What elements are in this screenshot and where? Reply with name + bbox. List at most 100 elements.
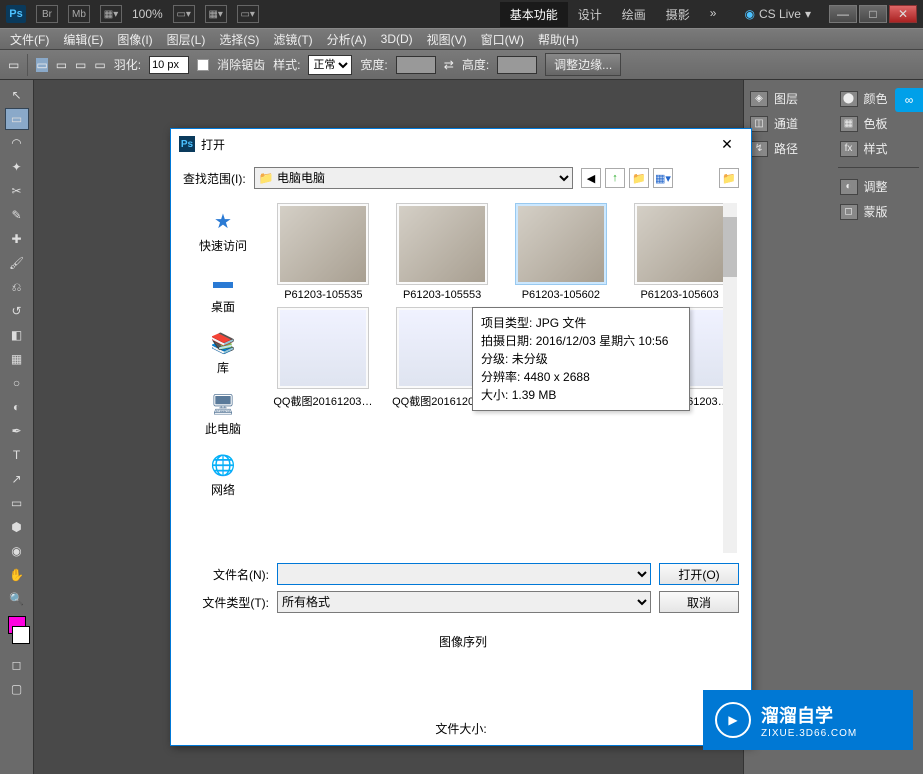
- workspace-essentials[interactable]: 基本功能: [500, 2, 568, 27]
- lookup-select[interactable]: 📁 电脑电脑: [254, 167, 573, 189]
- close-button[interactable]: ✕: [889, 5, 917, 23]
- panel-channels[interactable]: ◫通道: [748, 111, 830, 136]
- crop-tool-icon[interactable]: ✂: [5, 180, 29, 202]
- hand-tool-icon[interactable]: ✋: [5, 564, 29, 586]
- menu-select[interactable]: 选择(S): [215, 29, 263, 50]
- panel-adjust[interactable]: ◐调整: [838, 174, 920, 199]
- dialog-titlebar: Ps 打开 ✕: [171, 129, 751, 159]
- file-item[interactable]: QQ截图20161203110715: [268, 307, 379, 409]
- file-item[interactable]: P61203-105535: [268, 203, 379, 301]
- screen-switch-icon[interactable]: ▢: [5, 678, 29, 700]
- file-item[interactable]: P61203-105603: [624, 203, 735, 301]
- cloud-tab-icon[interactable]: ∞: [895, 88, 923, 112]
- minibridge-icon[interactable]: Mb: [68, 5, 90, 23]
- eraser-tool-icon[interactable]: ◧: [5, 324, 29, 346]
- menu-file[interactable]: 文件(F): [6, 29, 53, 50]
- quickmask-icon[interactable]: ◻: [5, 654, 29, 676]
- brush-tool-icon[interactable]: 🖌: [5, 252, 29, 274]
- toolbox: ↖ ▭ ◠ ✦ ✂ ✎ ✚ 🖌 ⎌ ↺ ◧ ▦ ○ ◐ ✒ T ↗ ▭ ⬢ ◉ …: [0, 80, 34, 774]
- gradient-tool-icon[interactable]: ▦: [5, 348, 29, 370]
- feather-input[interactable]: [149, 56, 189, 74]
- doc-icon[interactable]: ▭▾: [237, 5, 259, 23]
- dodge-tool-icon[interactable]: ◐: [5, 396, 29, 418]
- new-selection-icon[interactable]: ▭: [36, 58, 47, 72]
- menu-help[interactable]: 帮助(H): [534, 29, 583, 50]
- menu-layer[interactable]: 图层(L): [163, 29, 210, 50]
- nav-up-icon[interactable]: ↑: [605, 168, 625, 188]
- filetype-select[interactable]: 所有格式: [277, 591, 651, 613]
- menu-image[interactable]: 图像(I): [113, 29, 156, 50]
- menu-window[interactable]: 窗口(W): [477, 29, 528, 50]
- panel-paths[interactable]: ↯路径: [748, 136, 830, 161]
- zoom-tool-icon[interactable]: 🔍: [5, 588, 29, 610]
- antialias-checkbox[interactable]: [197, 59, 209, 71]
- nav-new-icon[interactable]: 📁: [629, 168, 649, 188]
- styles-icon: fx: [840, 141, 858, 157]
- file-item[interactable]: P61203-105602: [506, 203, 617, 301]
- cslive-button[interactable]: ◉ CS Live ▾: [736, 7, 819, 21]
- place-thispc[interactable]: 🖥此电脑: [188, 386, 258, 441]
- intersect-selection-icon[interactable]: ▭: [94, 58, 105, 72]
- shape-tool-icon[interactable]: ▭: [5, 492, 29, 514]
- panel-layers[interactable]: ◈图层: [748, 86, 830, 111]
- workspace-painting[interactable]: 绘画: [612, 2, 656, 27]
- place-libraries[interactable]: 📚库: [188, 325, 258, 380]
- menu-3d[interactable]: 3D(D): [377, 30, 417, 48]
- wand-tool-icon[interactable]: ✦: [5, 156, 29, 178]
- menu-analysis[interactable]: 分析(A): [323, 29, 371, 50]
- file-list[interactable]: P61203-105535P61203-105553P61203-105602P…: [263, 199, 739, 557]
- screenmode-icon[interactable]: ▦▾: [100, 5, 122, 23]
- heal-tool-icon[interactable]: ✚: [5, 228, 29, 250]
- nav-view-icon[interactable]: ▦▾: [653, 168, 673, 188]
- style-select[interactable]: 正常: [308, 55, 352, 75]
- move-tool-icon[interactable]: ↖: [5, 84, 29, 106]
- workspace-more[interactable]: »: [700, 2, 727, 27]
- eyedropper-tool-icon[interactable]: ✎: [5, 204, 29, 226]
- height-label: 高度:: [462, 56, 489, 73]
- cancel-button[interactable]: 取消: [659, 591, 739, 613]
- menu-filter[interactable]: 滤镜(T): [269, 29, 316, 50]
- panel-styles[interactable]: fx样式: [838, 136, 920, 161]
- 3d-tool-icon[interactable]: ⬢: [5, 516, 29, 538]
- height-input[interactable]: [497, 56, 537, 74]
- zoom-level[interactable]: 100%: [132, 7, 163, 21]
- tool-preset-icon[interactable]: ▭: [8, 58, 19, 72]
- panel-masks[interactable]: ◻蒙版: [838, 199, 920, 224]
- place-desktop[interactable]: ▬桌面: [188, 264, 258, 319]
- path-tool-icon[interactable]: ↗: [5, 468, 29, 490]
- nav-fav-icon[interactable]: 📁: [719, 168, 739, 188]
- width-input[interactable]: [396, 56, 436, 74]
- filename-input[interactable]: [277, 563, 651, 585]
- window-controls: — □ ✕: [829, 5, 917, 23]
- lasso-tool-icon[interactable]: ◠: [5, 132, 29, 154]
- marquee-tool-icon[interactable]: ▭: [5, 108, 29, 130]
- file-item[interactable]: P61203-105553: [387, 203, 498, 301]
- place-quickaccess[interactable]: ★快速访问: [188, 203, 258, 258]
- nav-back-icon[interactable]: ◀: [581, 168, 601, 188]
- add-selection-icon[interactable]: ▭: [56, 58, 67, 72]
- blur-tool-icon[interactable]: ○: [5, 372, 29, 394]
- background-swatch[interactable]: [12, 626, 30, 644]
- workspace-photo[interactable]: 摄影: [656, 2, 700, 27]
- refine-edge-button[interactable]: 调整边缘...: [545, 53, 621, 76]
- menu-edit[interactable]: 编辑(E): [59, 29, 107, 50]
- minimize-button[interactable]: —: [829, 5, 857, 23]
- type-tool-icon[interactable]: T: [5, 444, 29, 466]
- bridge-icon[interactable]: Br: [36, 5, 58, 23]
- panel-swatches[interactable]: ▦色板: [838, 111, 920, 136]
- file-scrollbar[interactable]: [723, 203, 737, 553]
- arrange-icon[interactable]: ▭▾: [173, 5, 195, 23]
- workspace-design[interactable]: 设计: [568, 2, 612, 27]
- stamp-tool-icon[interactable]: ⎌: [5, 276, 29, 298]
- swap-icon[interactable]: ⇄: [444, 58, 454, 72]
- sub-selection-icon[interactable]: ▭: [75, 58, 86, 72]
- maximize-button[interactable]: □: [859, 5, 887, 23]
- dialog-close-button[interactable]: ✕: [711, 132, 743, 156]
- open-button[interactable]: 打开(O): [659, 563, 739, 585]
- extras-icon[interactable]: ▦▾: [205, 5, 227, 23]
- history-brush-icon[interactable]: ↺: [5, 300, 29, 322]
- pen-tool-icon[interactable]: ✒: [5, 420, 29, 442]
- place-network[interactable]: 🌐网络: [188, 447, 258, 502]
- 3d-cam-icon[interactable]: ◉: [5, 540, 29, 562]
- menu-view[interactable]: 视图(V): [423, 29, 471, 50]
